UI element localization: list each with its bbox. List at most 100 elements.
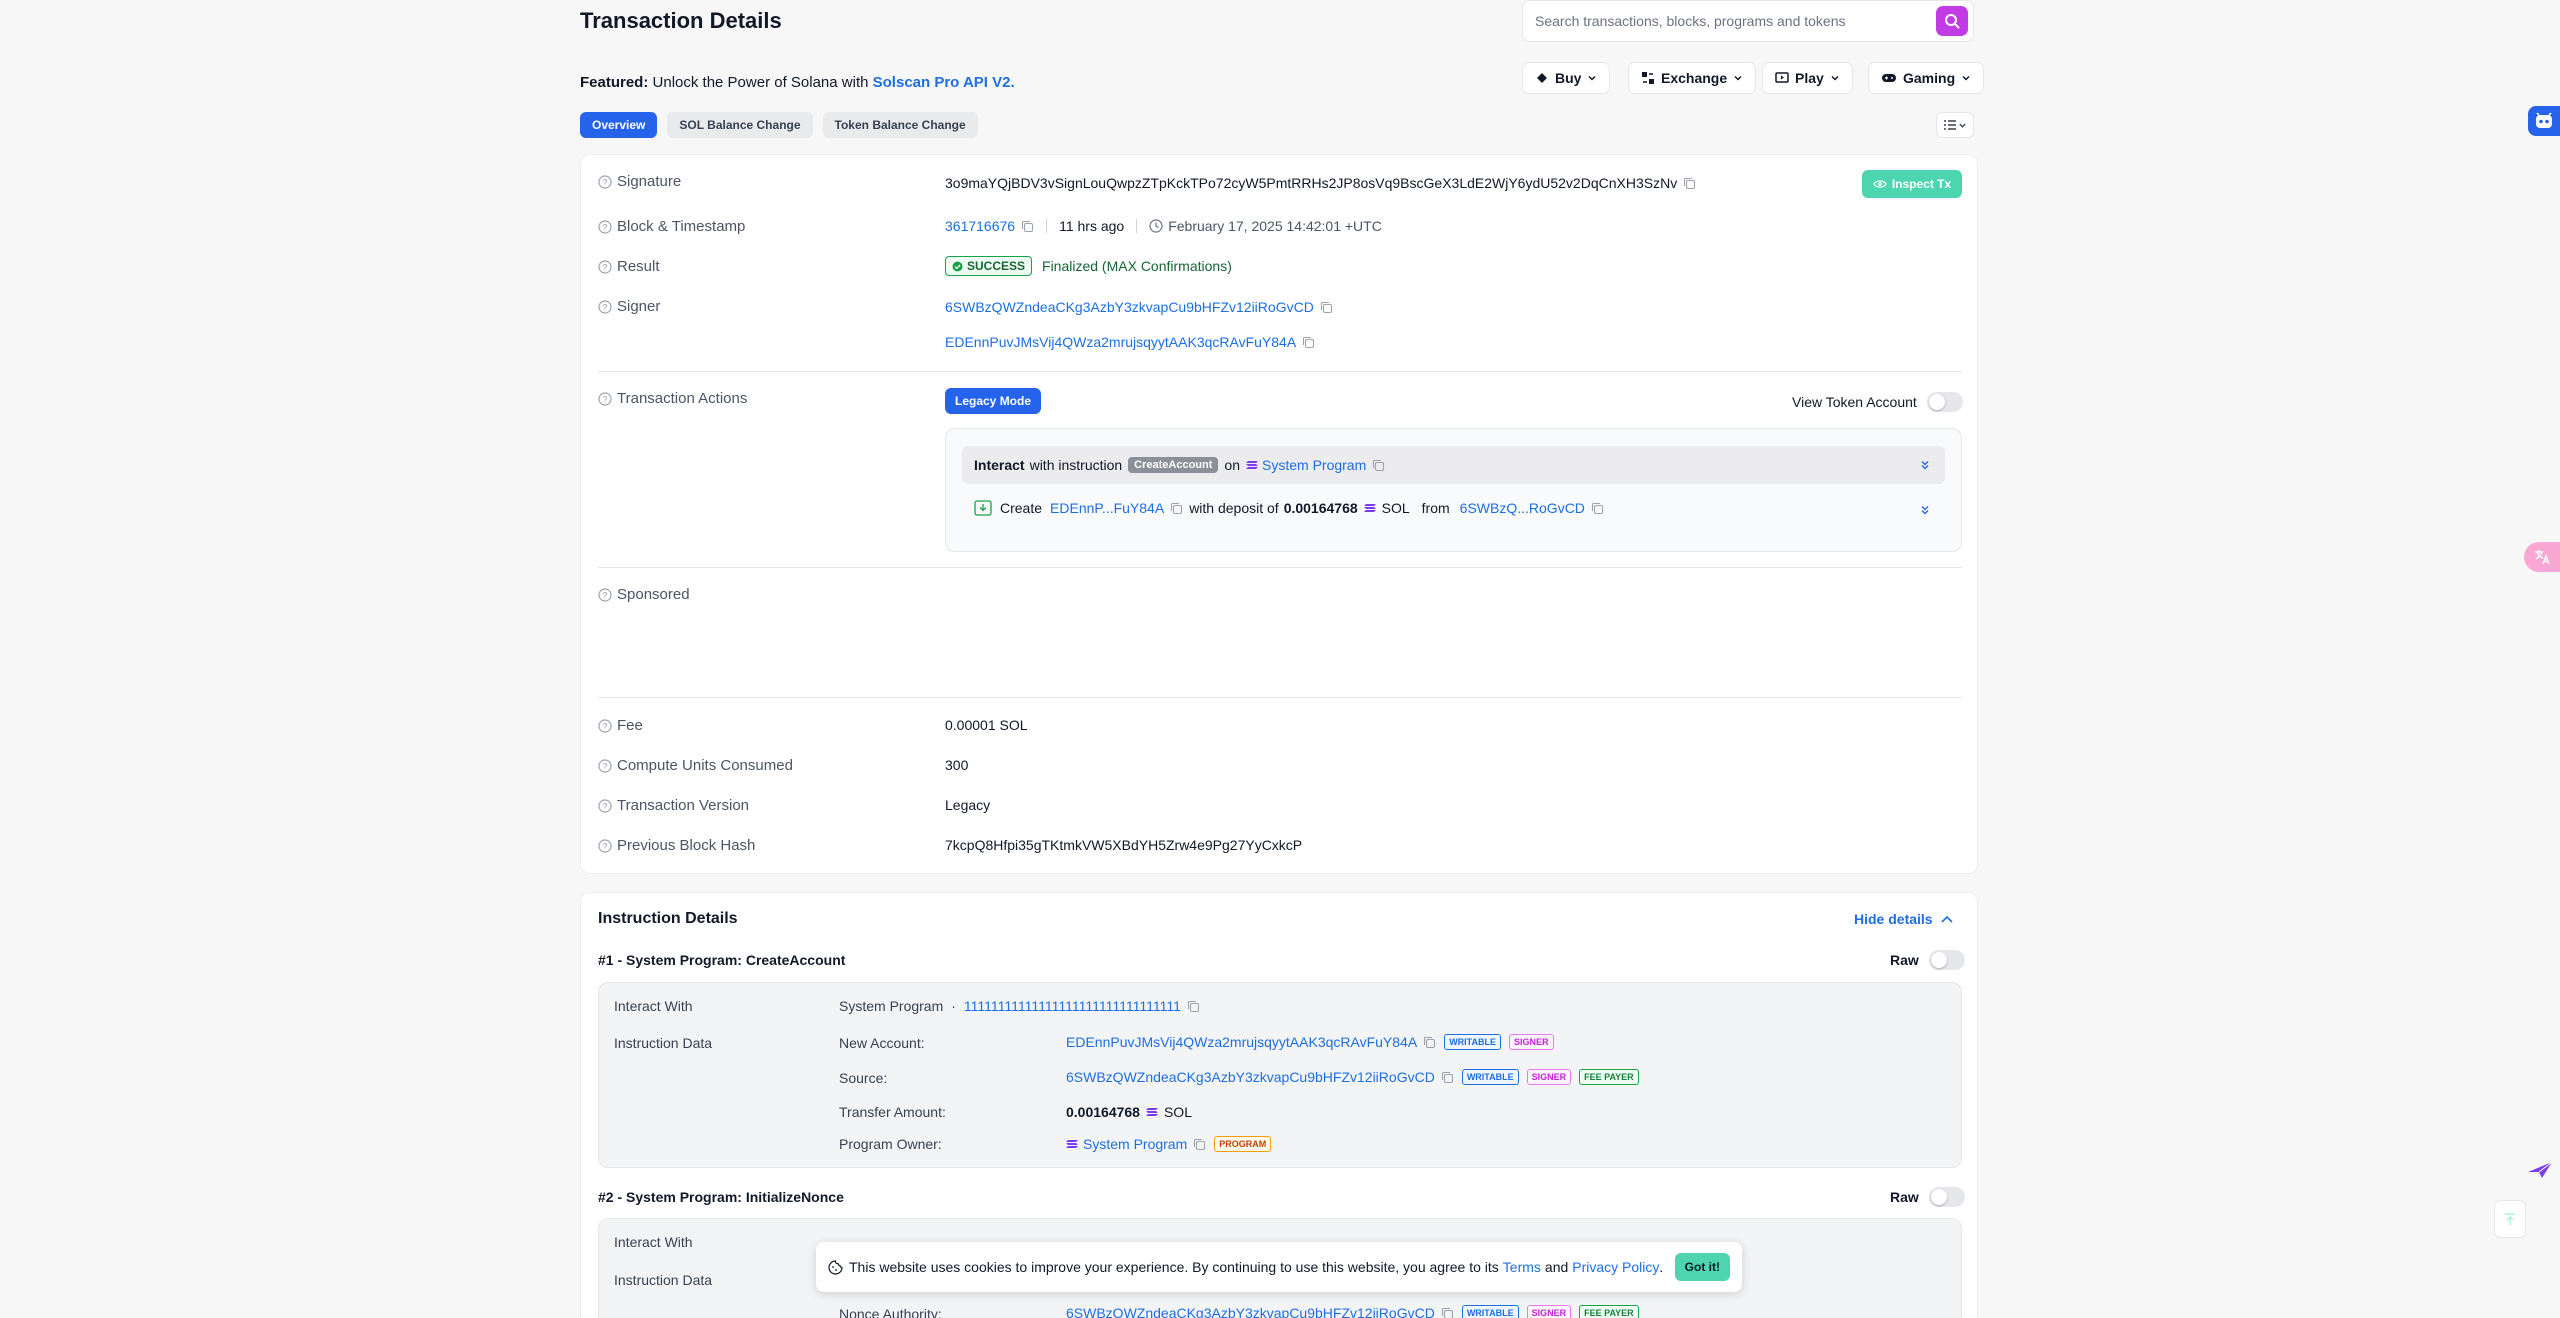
legacy-mode-button[interactable]: Legacy Mode [945,388,1042,414]
svg-text:?: ? [602,761,607,771]
copy-icon[interactable] [1441,1307,1454,1318]
translate-widget-button[interactable] [2524,542,2560,572]
featured-link[interactable]: Solscan Pro API V2. [873,74,1015,91]
sponsored-label: ? Sponsored [598,586,690,603]
signer-badge: SIGNER [1526,1069,1572,1085]
raw-toggle[interactable] [1928,1187,1965,1207]
new-account-link[interactable]: EDEnnP...FuY84A [1050,500,1164,516]
compute-units-value: 300 [945,757,969,773]
assistant-widget-button[interactable] [2528,106,2560,136]
exchange-icon [1642,72,1654,84]
solana-icon [1145,1108,1158,1116]
copy-icon[interactable] [1423,1036,1436,1049]
copy-icon[interactable] [1591,502,1604,515]
fee-payer-badge: FEE PAYER [1579,1069,1639,1085]
divider [598,697,1962,698]
transaction-actions-label: ? Transaction Actions [598,390,747,407]
gaming-label: Gaming [1903,70,1956,86]
previous-block-hash-value: 7kcpQ8Hfpi35gTKtmkVW5XBdYH5Zrw4e9Pg27YyC… [945,837,1303,853]
logo-arrow-icon[interactable] [2526,1160,2556,1180]
action-create-row: Create EDEnnP...FuY84A with deposit of 0… [974,500,1604,516]
cookie-accept-button[interactable]: Got it! [1674,1253,1730,1281]
help-icon: ? [598,798,612,813]
translate-icon [2535,550,2550,565]
robot-icon [2536,112,2552,128]
copy-icon[interactable] [1441,1071,1454,1084]
program-id-link[interactable]: 11111111111111111111111111111111 [964,998,1181,1014]
copy-icon[interactable] [1170,502,1183,515]
copy-icon[interactable] [1302,336,1315,349]
fee-payer-badge: FEE PAYER [1579,1305,1639,1318]
compute-units-label: ? Compute Units Consumed [598,757,793,774]
nonce-authority-label: Nonce Authority: [839,1306,942,1318]
view-token-account-toggle[interactable] [1926,392,1963,412]
search-input[interactable] [1535,13,1936,29]
list-icon [1943,120,1956,130]
gaming-menu-button[interactable]: Gaming [1868,62,1985,94]
signer-link[interactable]: EDEnnPuvJMsVij4QWza2mrujsqyytAAK3qcRAvFu… [945,334,1296,350]
transaction-version-label: ? Transaction Version [598,797,749,814]
scroll-to-top-button[interactable] [2494,1200,2526,1238]
hide-details-button[interactable]: Hide details [1854,911,1953,927]
copy-icon[interactable] [1021,220,1034,233]
result-value: SUCCESS Finalized (MAX Confirmations) [945,256,1232,276]
cookie-banner: This website uses cookies to improve you… [816,1242,1742,1292]
chevron-up-icon [1941,915,1953,923]
privacy-policy-link[interactable]: Privacy Policy [1572,1259,1659,1275]
svg-text:?: ? [602,222,607,232]
raw-toggle[interactable] [1928,950,1965,970]
writable-badge: WRITABLE [1461,1305,1519,1318]
new-account-link[interactable]: EDEnnPuvJMsVij4QWza2mrujsqyytAAK3qcRAvFu… [1066,1034,1417,1050]
copy-icon[interactable] [1320,301,1333,314]
source-link[interactable]: 6SWBzQ...RoGvCD [1460,500,1585,516]
program-owner-label: Program Owner: [839,1136,942,1152]
source-value: 6SWBzQWZndeaCKg3AzbY3zkvapCu9bHFZv12iiRo… [1066,1069,1639,1085]
search-button[interactable] [1936,6,1968,36]
signer-link[interactable]: 6SWBzQWZndeaCKg3AzbY3zkvapCu9bHFZv12iiRo… [945,299,1314,315]
copy-icon[interactable] [1372,459,1385,472]
program-link[interactable]: System Program [1262,457,1366,473]
svg-text:?: ? [602,841,607,851]
nonce-authority-link[interactable]: 6SWBzQWZndeaCKg3AzbY3zkvapCu9bHFZv12iiRo… [1066,1305,1435,1318]
nonce-authority-value: 6SWBzQWZndeaCKg3AzbY3zkvapCu9bHFZv12iiRo… [1066,1305,1639,1318]
double-chevron-down-icon[interactable] [1919,504,1931,516]
view-options-button[interactable] [1936,112,1974,138]
source-label: Source: [839,1070,888,1086]
transaction-version-value: Legacy [945,797,991,813]
eye-icon [1873,180,1887,188]
chevron-down-icon [1831,75,1839,81]
exchange-menu-button[interactable]: Exchange [1628,62,1757,94]
transfer-amount-value: 0.00164768 SOL [1066,1104,1192,1120]
divider [598,371,1962,372]
program-owner-link[interactable]: System Program [1083,1136,1187,1152]
double-chevron-down-icon[interactable] [1919,459,1931,471]
signer-2: EDEnnPuvJMsVij4QWza2mrujsqyytAAK3qcRAvFu… [945,334,1315,350]
block-timestamp-label: ? Block & Timestamp [598,218,745,235]
clock-icon [1149,219,1163,233]
copy-icon[interactable] [1683,177,1696,190]
time-ago: 11 hrs ago [1059,218,1125,234]
buy-menu-button[interactable]: Buy [1522,62,1611,94]
tab-overview[interactable]: Overview [580,112,658,138]
help-icon: ? [598,587,612,602]
tab-token-balance-change[interactable]: Token Balance Change [822,112,978,138]
signature-value: 3o9maYQjBDV3vSignLouQwpzZTpKckTPo72cyW5P… [945,175,1696,191]
copy-icon[interactable] [1193,1138,1206,1151]
inspect-tx-button[interactable]: Inspect Tx [1862,170,1962,198]
tab-bar: Overview SOL Balance Change Token Balanc… [580,112,978,138]
help-icon: ? [598,718,612,733]
search-bar[interactable] [1522,0,1974,42]
tab-sol-balance-change[interactable]: SOL Balance Change [667,112,813,138]
block-timestamp-value: 361716676 11 hrs ago February 17, 2025 1… [945,218,1382,234]
interact-with-value: System Program · 11111111111111111111111… [839,998,1200,1014]
copy-icon[interactable] [1187,1000,1200,1013]
play-menu-button[interactable]: Play [1762,62,1853,94]
signer-1: 6SWBzQWZndeaCKg3AzbY3zkvapCu9bHFZv12iiRo… [945,299,1333,315]
interact-with-label: Interact With [614,998,693,1014]
signer-badge: SIGNER [1509,1034,1554,1050]
play-label: Play [1795,70,1824,86]
terms-link[interactable]: Terms [1503,1259,1541,1275]
source-link[interactable]: 6SWBzQWZndeaCKg3AzbY3zkvapCu9bHFZv12iiRo… [1066,1069,1435,1085]
block-link[interactable]: 361716676 [945,218,1015,234]
chevron-down-icon [1734,75,1742,81]
